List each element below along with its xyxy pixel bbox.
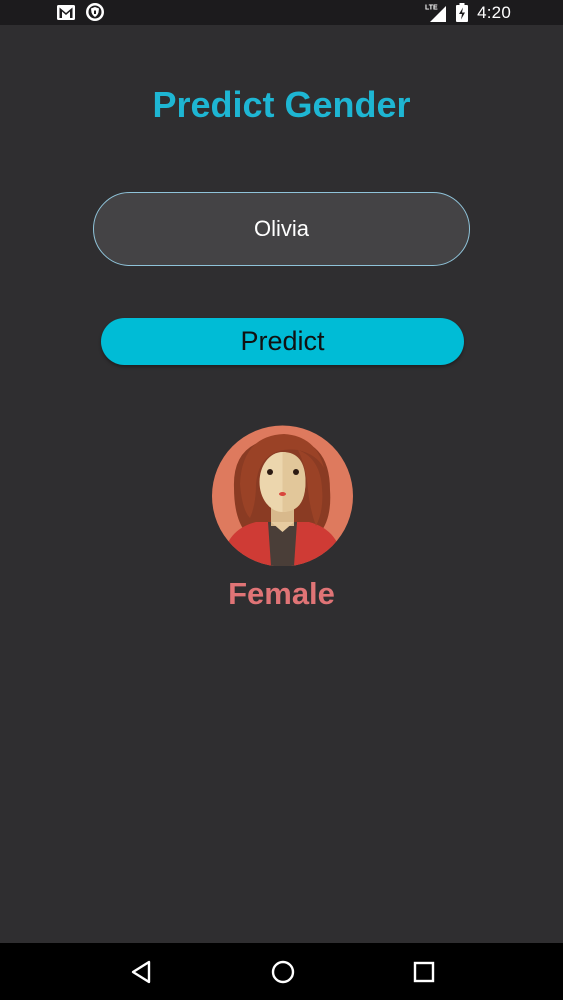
- page-title: Predict Gender: [152, 84, 411, 125]
- status-left-icons: [57, 2, 105, 22]
- home-icon[interactable]: [268, 957, 298, 987]
- status-time: 4:20: [477, 2, 511, 22]
- status-right-icons: LTE 4:20: [425, 0, 511, 25]
- app-screen: LTE 4:20 Predict Gender Olivia Predict F…: [0, 0, 563, 1000]
- battery-charging-icon: [456, 3, 469, 22]
- status-bar: LTE 4:20: [0, 0, 563, 25]
- lte-signal-icon: LTE: [425, 3, 447, 23]
- predict-button[interactable]: Predict: [101, 318, 464, 365]
- navigation-bar: [0, 943, 563, 1000]
- back-icon[interactable]: [127, 957, 157, 987]
- vpn-shield-icon: [85, 2, 105, 22]
- recents-icon[interactable]: [409, 957, 439, 987]
- female-avatar-icon: [212, 418, 353, 566]
- result-label: Female: [228, 576, 335, 611]
- lte-label: LTE: [425, 4, 438, 11]
- name-input[interactable]: Olivia: [93, 192, 470, 266]
- gmail-icon: [57, 4, 75, 20]
